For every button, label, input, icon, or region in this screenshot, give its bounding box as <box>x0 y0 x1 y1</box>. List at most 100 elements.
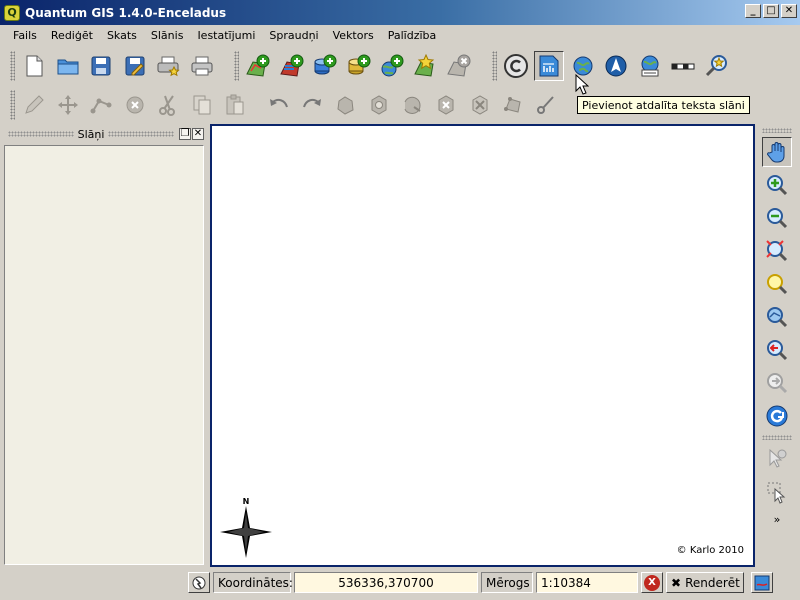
coordinates-label: Koordinātes: <box>213 572 293 593</box>
add-postgis-layer-button[interactable] <box>310 51 340 81</box>
split-features-button[interactable] <box>532 90 562 120</box>
layers-list[interactable] <box>4 145 204 565</box>
print-composer-new-button[interactable] <box>153 51 183 81</box>
copyright-label: © Karlo 2010 <box>676 545 744 556</box>
toolbar-grip[interactable] <box>10 90 15 120</box>
menu-settings[interactable]: Iestatījumi <box>190 29 262 42</box>
zoom-to-selection-button[interactable] <box>762 269 792 299</box>
close-button[interactable]: ✕ <box>781 4 797 18</box>
zoom-in-button[interactable] <box>762 170 792 200</box>
add-island-icon <box>404 96 421 114</box>
plugin-search-button[interactable] <box>702 51 732 81</box>
delete-ring-button[interactable] <box>431 90 461 120</box>
save-project-button[interactable] <box>86 51 116 81</box>
delete-ring-icon <box>438 95 454 115</box>
cut-features-button[interactable] <box>153 90 183 120</box>
layers-panel-header[interactable]: Slāņi ❐ ✕ <box>4 126 204 142</box>
close-panel-button[interactable]: ✕ <box>192 128 204 140</box>
float-panel-button[interactable]: ❐ <box>179 128 191 140</box>
ogr-converter-button[interactable] <box>635 51 665 81</box>
paste-clipboard-icon <box>226 94 244 115</box>
delete-part-button[interactable] <box>465 90 495 120</box>
undo-button[interactable] <box>264 90 294 120</box>
toolbar-grip[interactable] <box>10 51 15 81</box>
identify-features-button[interactable] <box>762 444 792 474</box>
open-project-button[interactable] <box>53 51 83 81</box>
redo-button[interactable] <box>297 90 327 120</box>
add-spatialite-layer-button[interactable] <box>344 51 374 81</box>
toggle-extents-button[interactable] <box>188 572 210 593</box>
zoom-full-button[interactable] <box>762 236 792 266</box>
map-canvas[interactable]: N © Karlo 2010 <box>210 124 755 567</box>
remove-layer-icon <box>447 54 471 77</box>
reshape-feature-button[interactable] <box>498 90 528 120</box>
coordinates-field[interactable]: 536336,370700 <box>294 572 478 593</box>
menu-view[interactable]: Skats <box>100 29 144 42</box>
save-disk-icon <box>91 56 111 76</box>
zoom-last-button[interactable] <box>762 335 792 365</box>
add-wms-layer-icon <box>381 54 404 77</box>
menu-layer[interactable]: Slānis <box>144 29 191 42</box>
menu-file[interactable]: Fails <box>6 29 44 42</box>
new-project-button[interactable] <box>19 51 49 81</box>
split-scissors-icon <box>536 96 554 114</box>
add-raster-layer-button[interactable] <box>277 51 307 81</box>
save-as-button[interactable] <box>120 51 150 81</box>
pencil-icon <box>25 95 44 114</box>
refresh-button[interactable] <box>762 401 792 431</box>
node-tool-button[interactable] <box>86 90 116 120</box>
navbar-more-button[interactable]: » <box>758 513 796 526</box>
zoom-to-layer-button[interactable] <box>762 302 792 332</box>
print-composer-button[interactable] <box>187 51 217 81</box>
title-bar[interactable]: Q Quantum GIS 1.4.0-Enceladus _ □ ✕ <box>0 0 800 25</box>
toolbar-grip[interactable] <box>762 128 792 133</box>
paste-features-button[interactable] <box>220 90 250 120</box>
scale-label: Mērogs <box>481 572 533 593</box>
menu-vector[interactable]: Vektors <box>326 29 381 42</box>
remove-layer-button[interactable] <box>444 51 474 81</box>
add-wms-layer-button[interactable] <box>377 51 407 81</box>
render-check-icon: ✖ <box>671 575 682 590</box>
pan-button[interactable] <box>762 137 792 167</box>
stop-render-button[interactable]: X <box>641 572 663 593</box>
projection-button[interactable] <box>751 572 773 593</box>
copyright-icon <box>503 54 528 78</box>
copyright-label-button[interactable] <box>501 51 531 81</box>
minimize-button[interactable]: _ <box>745 4 761 18</box>
node-tool-icon <box>90 98 112 114</box>
toolbar-grip[interactable] <box>762 435 792 440</box>
add-spatialite-layer-icon <box>348 54 370 75</box>
move-arrows-icon <box>57 95 78 115</box>
menu-edit[interactable]: Rediģēt <box>44 29 100 42</box>
add-vector-layer-button[interactable] <box>243 51 273 81</box>
render-checkbox[interactable]: ✖ Renderēt <box>666 572 744 593</box>
zoom-next-button[interactable] <box>762 368 792 398</box>
menu-plugins[interactable]: Spraudņi <box>262 29 325 42</box>
add-delimited-text-layer-button[interactable] <box>534 51 564 81</box>
toolbar-grip[interactable] <box>491 51 497 81</box>
toggle-editing-button[interactable] <box>19 90 49 120</box>
zoom-out-button[interactable] <box>762 203 792 233</box>
toolbar-grip[interactable] <box>234 51 239 81</box>
scale-bar-button[interactable] <box>668 51 698 81</box>
copy-features-button[interactable] <box>187 90 217 120</box>
simplify-feature-button[interactable] <box>331 90 361 120</box>
scale-field[interactable]: 1:10384 <box>536 572 638 593</box>
delete-part-icon <box>472 95 487 115</box>
add-ring-button[interactable] <box>364 90 394 120</box>
new-document-icon <box>26 55 43 77</box>
add-island-button[interactable] <box>398 90 428 120</box>
zoom-selection-icon <box>767 274 788 295</box>
north-arrow-button[interactable] <box>601 51 631 81</box>
menu-help[interactable]: Palīdzība <box>381 29 444 42</box>
move-feature-button[interactable] <box>53 90 83 120</box>
zoom-out-icon <box>767 208 788 229</box>
select-features-button[interactable] <box>762 477 792 507</box>
maximize-button[interactable]: □ <box>763 4 779 18</box>
delete-selected-button[interactable] <box>120 90 150 120</box>
add-vector-layer-icon <box>246 54 270 77</box>
north-label: N <box>242 497 250 506</box>
select-cursor-icon <box>767 482 786 504</box>
new-vector-layer-button[interactable] <box>411 51 441 81</box>
mouse-cursor-icon <box>575 74 589 95</box>
